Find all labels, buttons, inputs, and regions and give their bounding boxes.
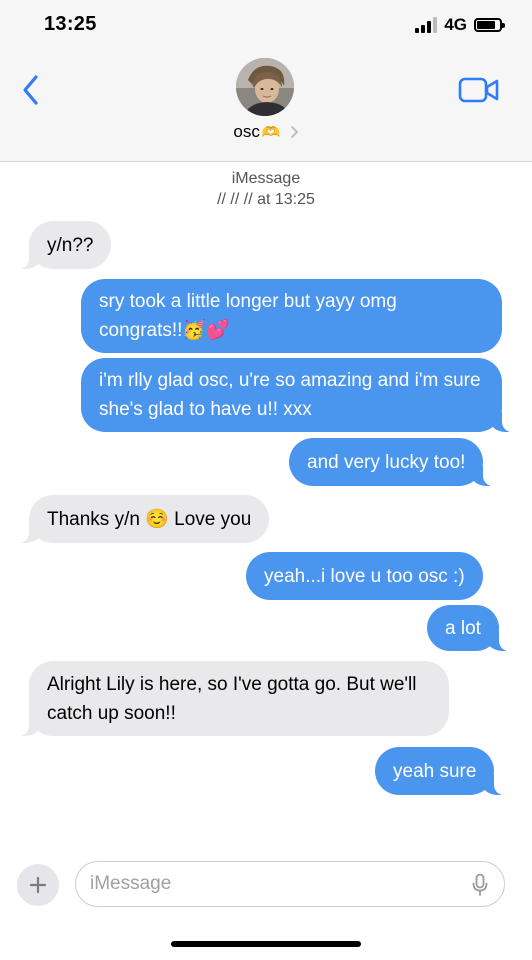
avatar[interactable]	[236, 58, 294, 116]
status-bar: 13:25 4G	[0, 0, 532, 50]
signal-icon	[415, 17, 438, 33]
message-bubble-outgoing[interactable]: sry took a little longer but yayy omg co…	[81, 279, 502, 353]
home-indicator[interactable]	[171, 941, 361, 947]
message-text: i'm rlly glad osc, u're so amazing and i…	[99, 370, 486, 420]
message-input[interactable]	[90, 873, 450, 895]
message-bubble-incoming[interactable]: Alright Lily is here, so I've gotta go. …	[19, 661, 449, 736]
plus-icon	[29, 876, 47, 894]
conversation-header: osc 🫶	[0, 50, 532, 162]
message-bubble-outgoing[interactable]: and very lucky too!	[289, 438, 494, 486]
message-text: Alright Lily is here, so I've gotta go. …	[47, 673, 422, 724]
contact-name: osc	[233, 122, 260, 141]
battery-icon	[474, 18, 505, 32]
heart-hands-emoji: 🫶	[261, 124, 281, 141]
message-timestamp: // // // at 13:25	[217, 191, 315, 208]
message-text: sry took a little longer but yayy omg co…	[99, 291, 403, 341]
message-bubble-outgoing[interactable]: a lot	[427, 605, 509, 651]
message-text: Thanks y/n ☺️ Love you	[47, 508, 252, 530]
message-bubble-incoming[interactable]: y/n??	[18, 221, 112, 269]
message-input-container	[75, 861, 505, 907]
service-label: iMessage	[231, 170, 301, 187]
message-text: yeah sure	[393, 760, 477, 782]
message-bubble-outgoing[interactable]: yeah...i love u too osc :)	[246, 552, 483, 600]
message-bubble-outgoing[interactable]: yeah sure	[375, 747, 505, 795]
microphone-icon[interactable]	[472, 873, 488, 897]
message-text: a lot	[445, 617, 481, 639]
network-type: 4G	[444, 15, 467, 34]
message-text: yeah...i love u too osc :)	[264, 565, 465, 587]
avatar-photo	[236, 58, 294, 116]
message-bubble-incoming[interactable]: Thanks y/n ☺️ Love you	[18, 495, 270, 543]
contact-name-button[interactable]: osc 🫶	[0, 122, 532, 142]
status-indicators: 4G	[415, 15, 505, 35]
battery-level	[477, 21, 495, 29]
chevron-left-icon[interactable]	[18, 72, 46, 108]
add-attachment-button[interactable]	[17, 864, 59, 906]
chevron-right-icon	[290, 126, 298, 138]
message-text: and very lucky too!	[307, 451, 466, 473]
video-camera-icon[interactable]	[458, 75, 500, 105]
message-text: y/n??	[47, 234, 94, 256]
message-bubble-outgoing[interactable]: i'm rlly glad osc, u're so amazing and i…	[81, 358, 512, 432]
status-time: 13:25	[44, 13, 97, 35]
